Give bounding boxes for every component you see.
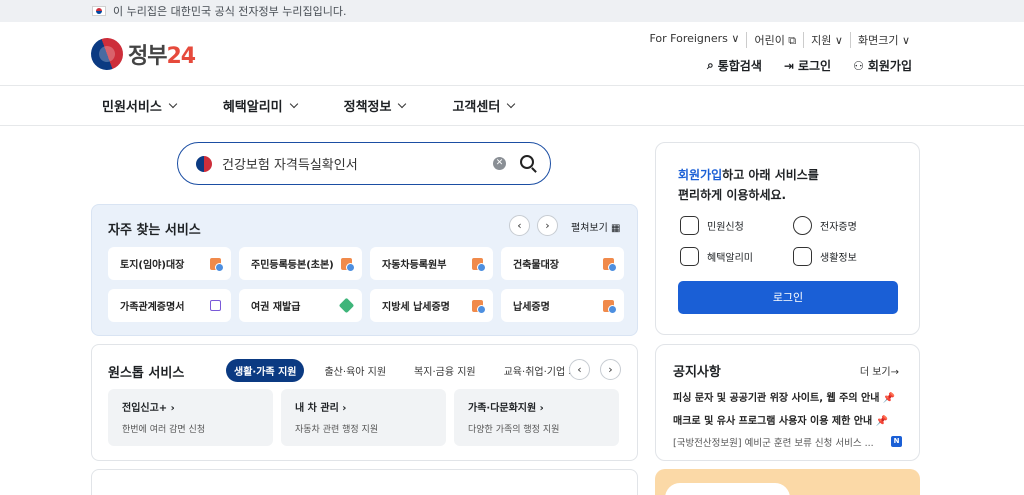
service-card[interactable]: 지방세 납세증명 <box>370 289 493 322</box>
service-link-civil[interactable]: 민원신청 <box>680 216 744 235</box>
onestop-card[interactable]: 가족·다문화지원 › 다양한 가족의 행정 지원 <box>454 389 619 446</box>
gift-icon <box>680 247 699 266</box>
taegeuk-logo-icon <box>86 33 128 75</box>
service-link-benefit[interactable]: 혜택알리미 <box>680 247 753 266</box>
frequent-grid: 토지(임야)대장 주민등록등본(초본) 자동차등록원부 건축물대장 가족관계증명… <box>108 247 624 322</box>
header-actions: ⌕ 통합검색 ⇥ 로그인 ⚇ 회원가입 <box>707 57 912 74</box>
service-link-lifeinfo[interactable]: 생활정보 <box>793 247 857 266</box>
logo-text: 정부24 <box>128 44 196 69</box>
service-card[interactable]: 건축물대장 <box>501 247 624 280</box>
pen-icon <box>338 297 355 314</box>
onestop-services: 원스톱 서비스 생활·가족 지원 출산·육아 지원 복지·금융 지원 교육·취업… <box>91 344 638 461</box>
frequent-services: 자주 찾는 서비스 ‹ › 펼쳐보기 ▦ 토지(임야)대장 주민등록등본(초본)… <box>91 204 638 336</box>
search-value: 건강보험 자격득실확인서 <box>222 158 358 173</box>
main-content: 건강보험 자격득실확인서 ✕ 자주 찾는 서비스 ‹ › 펼쳐보기 ▦ 토지(임… <box>0 126 1024 495</box>
notice-panel: 공지사항 더 보기→ 피싱 문자 및 공공기관 위장 사이트, 웹 주의 안내 … <box>655 344 920 461</box>
next-arrow-icon[interactable]: › <box>600 359 621 380</box>
onestop-cards: 전입신고+ › 한번에 여러 감면 신청 내 차 관리 › 자동차 관련 행정 지원… <box>108 389 619 446</box>
gov-notice-text: 이 누리집은 대한민국 공식 전자정부 누리집입니다. <box>113 5 347 18</box>
new-badge: N <box>891 436 902 447</box>
tab-welfare-finance[interactable]: 복지·금융 지원 <box>406 359 484 382</box>
prev-arrow-icon[interactable]: ‹ <box>569 359 590 380</box>
chevron-down-icon <box>168 99 178 109</box>
signup-highlight-link[interactable]: 회원가입 <box>678 168 722 182</box>
login-panel: 회원가입하고 아래 서비스를 편리하게 이용하세요. 민원신청 전자증명 혜택알… <box>655 142 920 335</box>
tab-life-family[interactable]: 생활·가족 지원 <box>226 359 305 382</box>
integrated-search-button[interactable]: ⌕ 통합검색 <box>707 57 762 74</box>
onestop-card[interactable]: 전입신고+ › 한번에 여러 감면 신청 <box>108 389 273 446</box>
service-card[interactable]: 가족관계증명서 <box>108 289 231 322</box>
notice-item[interactable]: [국방전산정보원] 예비군 훈련 보류 신청 서비스 ... <box>673 435 908 449</box>
service-card[interactable]: 여권 재발급 <box>239 289 362 322</box>
section-title: 원스톱 서비스 <box>108 366 185 381</box>
notice-item[interactable]: 피싱 문자 및 공공기관 위장 사이트, 웹 주의 안내 📌 <box>673 389 908 404</box>
for-foreigners-link[interactable]: For Foreigners ∨ <box>642 32 746 48</box>
search-icon: ⌕ <box>706 58 714 72</box>
korea-flag-icon <box>92 6 106 16</box>
signup-link[interactable]: ⚇ 회원가입 <box>853 57 912 74</box>
document-icon <box>472 299 486 314</box>
login-message: 회원가입하고 아래 서비스를 편리하게 이용하세요. <box>678 168 819 202</box>
next-section-partial <box>91 469 638 495</box>
chevron-down-icon <box>398 99 407 109</box>
utility-nav: For Foreigners ∨ 어린이 ⧉ 지원 ∨ 화면크기 ∨ <box>642 32 917 48</box>
envelope-icon <box>680 216 699 235</box>
login-button[interactable]: 로그인 <box>678 281 898 314</box>
main-nav: 민원서비스 혜택알리미 정책정보 고객센터 <box>0 86 1024 126</box>
nav-item-civil[interactable]: 민원서비스 <box>102 96 178 115</box>
service-link-certificate[interactable]: 전자증명 <box>793 216 857 235</box>
nav-item-policy[interactable]: 정책정보 <box>344 96 407 115</box>
document-icon <box>603 257 617 272</box>
notice-more-link[interactable]: 더 보기→ <box>860 363 899 378</box>
login-link[interactable]: ⇥ 로그인 <box>784 57 831 74</box>
gov24-logo[interactable]: 정부24 <box>86 33 196 75</box>
service-card[interactable]: 납세증명 <box>501 289 624 322</box>
kids-link[interactable]: 어린이 ⧉ <box>746 32 803 48</box>
document-icon <box>210 257 224 272</box>
tab-birth-childcare[interactable]: 출산·육아 지원 <box>316 359 394 382</box>
onestop-tabs: 생활·가족 지원 출산·육아 지원 복지·금융 지원 교육·취업·기업 지원 <box>226 359 595 382</box>
chevron-down-icon <box>289 99 298 109</box>
user-add-icon: ⚇ <box>853 58 864 73</box>
nav-item-benefit[interactable]: 혜택알리미 <box>223 96 298 115</box>
notice-item[interactable]: 매크로 및 유사 프로그램 사용자 이용 제한 안내 📌 <box>673 412 908 427</box>
service-card[interactable]: 주민등록등본(초본) <box>239 247 362 280</box>
prev-arrow-icon[interactable]: ‹ <box>509 215 530 236</box>
expand-button[interactable]: 펼쳐보기 ▦ <box>571 219 620 234</box>
service-card[interactable]: 자동차등록원부 <box>370 247 493 280</box>
gov-notice-bar: 이 누리집은 대한민국 공식 전자정부 누리집입니다. <box>0 0 1024 22</box>
login-icon: ⇥ <box>783 58 794 73</box>
onestop-card[interactable]: 내 차 관리 › 자동차 관련 행정 지원 <box>281 389 446 446</box>
search-icon[interactable] <box>520 155 534 169</box>
site-header: 정부24 For Foreigners ∨ 어린이 ⧉ 지원 ∨ 화면크기 ∨ … <box>0 22 1024 86</box>
clear-icon[interactable]: ✕ <box>493 157 506 170</box>
service-card[interactable]: 토지(임야)대장 <box>108 247 231 280</box>
next-arrow-icon[interactable]: › <box>537 215 558 236</box>
search-input[interactable]: 건강보험 자격득실확인서 ✕ <box>177 142 551 185</box>
section-title: 자주 찾는 서비스 <box>108 223 201 238</box>
support-menu[interactable]: 지원 ∨ <box>803 32 850 48</box>
promo-banner[interactable] <box>655 469 920 495</box>
notice-title: 공지사항 <box>673 365 721 380</box>
certificate-icon <box>793 216 812 235</box>
grid-icon: ▦ <box>611 223 621 234</box>
document-icon <box>341 257 355 272</box>
book-icon <box>793 247 812 266</box>
taegeuk-icon <box>196 155 212 172</box>
external-link-icon <box>210 300 221 311</box>
nav-item-customer[interactable]: 고객센터 <box>452 96 516 115</box>
document-icon <box>472 257 486 272</box>
chevron-down-icon <box>507 99 516 109</box>
font-size-menu[interactable]: 화면크기 ∨ <box>849 32 917 48</box>
document-icon <box>603 299 617 314</box>
